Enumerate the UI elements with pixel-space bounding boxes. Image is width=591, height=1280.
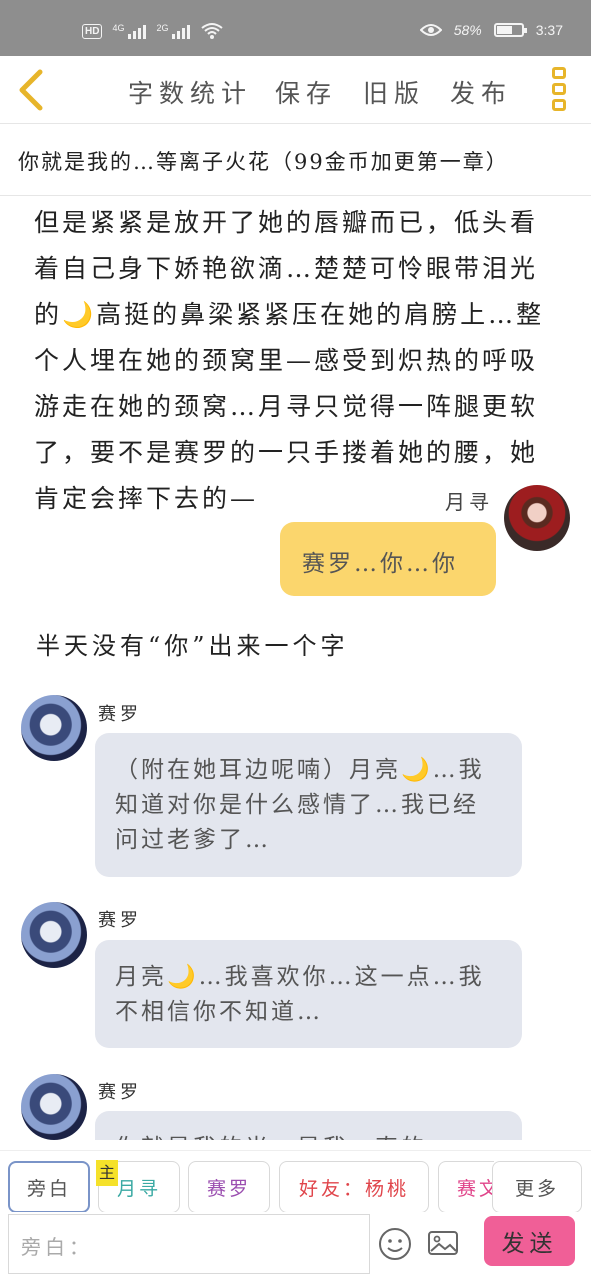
avatar[interactable] bbox=[504, 485, 570, 551]
smiley-icon bbox=[379, 1228, 411, 1260]
message-bubble-left[interactable]: （附在她耳边呢喃）月亮🌙…我知道对你是什么感情了…我已经问过老爹了… bbox=[95, 733, 522, 877]
message-bubble-right[interactable]: 赛罗…你…你 bbox=[280, 522, 496, 596]
message-sender-name: 赛罗 bbox=[98, 910, 142, 931]
message-sender-name: 赛罗 bbox=[98, 704, 142, 725]
message-sender-name: 月寻 bbox=[445, 490, 493, 514]
image-icon bbox=[428, 1231, 458, 1255]
main-character-badge: 主 bbox=[96, 1160, 118, 1186]
avatar[interactable] bbox=[21, 1074, 87, 1140]
narrator-chip[interactable]: 旁白 bbox=[8, 1161, 90, 1213]
friend-chip[interactable]: 好友：杨桃 bbox=[279, 1161, 429, 1213]
message-bubble-left[interactable]: 月亮🌙…我喜欢你…这一点…我不相信你不知道… bbox=[95, 940, 522, 1048]
more-characters-button[interactable]: 更多 bbox=[492, 1161, 582, 1213]
message-input[interactable]: 旁白： bbox=[8, 1214, 370, 1274]
character-chip-partial[interactable]: 赛文 bbox=[438, 1161, 494, 1213]
avatar[interactable] bbox=[21, 695, 87, 761]
message-bubble-left[interactable]: 你就是我的光…是我一直的 bbox=[95, 1111, 522, 1140]
image-button[interactable] bbox=[426, 1226, 462, 1262]
send-button[interactable]: 发送 bbox=[484, 1216, 575, 1266]
emoji-button[interactable] bbox=[377, 1226, 413, 1262]
character-chip-sailuo[interactable]: 赛罗 bbox=[188, 1161, 270, 1213]
input-row: 旁白： 发送 bbox=[0, 1212, 591, 1280]
narration-text[interactable]: 半天没有“你”出来一个字 bbox=[36, 626, 349, 661]
chat-content[interactable]: 但是紧紧是放开了她的唇瓣而已，低头看着自己身下娇艳欲滴…楚楚可怜眼带泪光的🌙高挺… bbox=[0, 0, 591, 1140]
character-selector: 旁白 月寻 赛罗 好友：杨桃 赛文 更多 bbox=[0, 1150, 591, 1216]
avatar[interactable] bbox=[21, 902, 87, 968]
narration-text[interactable]: 但是紧紧是放开了她的唇瓣而已，低头看着自己身下娇艳欲滴…楚楚可怜眼带泪光的🌙高挺… bbox=[34, 200, 564, 522]
message-sender-name: 赛罗 bbox=[98, 1082, 142, 1103]
